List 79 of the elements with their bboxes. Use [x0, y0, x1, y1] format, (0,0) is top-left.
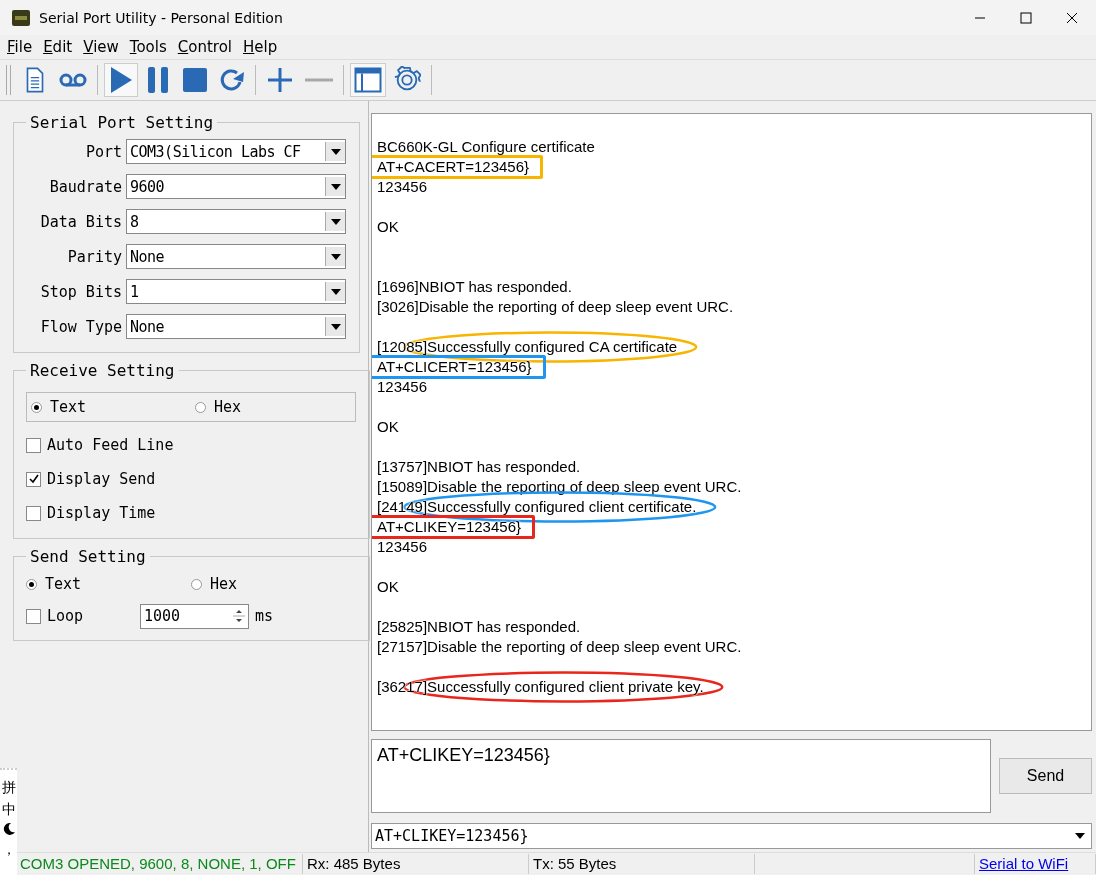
voicemail-icon — [59, 73, 87, 87]
log-line: [1696]NBIOT has responded. — [377, 277, 572, 297]
menu-item[interactable]: Tools — [129, 38, 167, 56]
dropdown-arrow-icon — [330, 218, 341, 225]
dropdown-arrow-icon — [330, 323, 341, 330]
history-dropdown[interactable]: AT+CLIKEY=123456} — [371, 823, 1092, 849]
ime-button[interactable]: 中 — [1, 800, 16, 818]
log-line: AT+CLICERT=123456} — [377, 357, 532, 377]
dropdown[interactable]: COM3(Silicon Labs CF — [126, 139, 346, 164]
radio-button[interactable]: Text — [27, 398, 191, 416]
log-line: OK — [377, 217, 399, 237]
log-line: [15089]Disable the reporting of deep sleep event URC. — [377, 477, 742, 497]
dropdown-arrow-icon — [1075, 833, 1085, 839]
log-line: [13757]NBIOT has responded. — [377, 457, 581, 477]
menu-item[interactable]: Help — [243, 38, 278, 56]
log-line: BC660K-GL Configure certificate — [377, 137, 595, 157]
dropdown[interactable]: None — [126, 244, 346, 269]
document-icon — [25, 67, 45, 93]
window-icon — [354, 67, 382, 93]
window-title: Serial Port Utility - Personal Edition — [39, 9, 283, 26]
maximize-icon[interactable] — [1020, 11, 1032, 24]
minus-icon — [305, 78, 333, 82]
log-line: 123456 — [377, 377, 428, 397]
dropdown-arrow-icon — [330, 148, 341, 155]
toolbar-button[interactable] — [104, 63, 138, 97]
dropdown[interactable]: None — [126, 314, 346, 339]
checkbox[interactable]: Display Send — [26, 462, 356, 496]
log-line: OK — [377, 417, 399, 437]
radio-button[interactable]: Hex — [191, 398, 355, 416]
dropdown[interactable]: 1 — [126, 279, 346, 304]
interval-spinbox[interactable]: 1000 — [140, 603, 249, 629]
radio-button[interactable]: Text — [26, 575, 191, 593]
log-line: [3026]Disable the reporting of deep sleep event URC. — [377, 297, 734, 317]
plus-icon — [266, 66, 294, 94]
dropdown-arrow-icon — [330, 288, 341, 295]
log-line: [27157]Disable the reporting of deep sleep event URC. — [377, 637, 742, 657]
radio-button[interactable]: Hex — [191, 575, 356, 593]
group-title: Receive Setting — [29, 361, 176, 380]
rx-count: Rx: 485 Bytes — [303, 854, 529, 874]
menu-item[interactable]: View — [83, 38, 119, 56]
serial-to-wifi-link[interactable]: Serial to WiFi — [979, 855, 1069, 872]
pause-icon — [146, 66, 170, 94]
log-line: AT+CACERT=123456} — [377, 157, 530, 177]
log-line: 123456 — [377, 177, 428, 197]
unit-label: ms — [255, 607, 274, 625]
field-label: Data Bits — [39, 212, 122, 231]
field-label: Flow Type — [39, 317, 122, 336]
refresh-icon — [219, 67, 245, 93]
send-input[interactable]: AT+CLIKEY=123456} — [371, 739, 991, 813]
log-line: [25825]NBIOT has responded. — [377, 617, 581, 637]
group-title: Send Setting — [29, 547, 147, 566]
app-logo-icon — [11, 7, 31, 28]
menu-item[interactable]: File — [7, 38, 33, 56]
tx-count: Tx: 55 Bytes — [529, 854, 755, 874]
stop-icon — [182, 67, 208, 93]
menu-item[interactable]: Edit — [43, 38, 73, 56]
field-label: Baudrate — [48, 177, 122, 196]
menu-item[interactable]: Control — [177, 38, 232, 56]
field-label: Port — [84, 142, 122, 161]
ime-button[interactable]: 拼 — [1, 778, 16, 796]
moon-icon[interactable] — [1, 822, 16, 836]
checkmark-icon — [27, 473, 40, 485]
field-label: Stop Bits — [39, 282, 122, 301]
field-label: Parity — [66, 247, 122, 266]
log-line: OK — [377, 577, 399, 597]
dropdown-arrow-icon — [330, 183, 341, 190]
group-title: Serial Port Setting — [29, 113, 215, 132]
play-icon — [109, 66, 133, 94]
send-button[interactable]: Send — [999, 758, 1092, 794]
dropdown-arrow-icon — [330, 253, 341, 260]
checkbox[interactable]: Auto Feed Line — [26, 428, 356, 462]
checkbox[interactable]: Display Time — [26, 496, 356, 530]
close-icon[interactable] — [1066, 11, 1078, 24]
log-line: 123456 — [377, 537, 428, 557]
log-line: AT+CLIKEY=123456} — [377, 517, 521, 537]
dropdown[interactable]: 9600 — [126, 174, 346, 199]
checkbox[interactable]: Loop — [26, 599, 140, 633]
toolbar-button[interactable] — [350, 63, 386, 97]
dropdown[interactable]: 8 — [126, 209, 346, 234]
